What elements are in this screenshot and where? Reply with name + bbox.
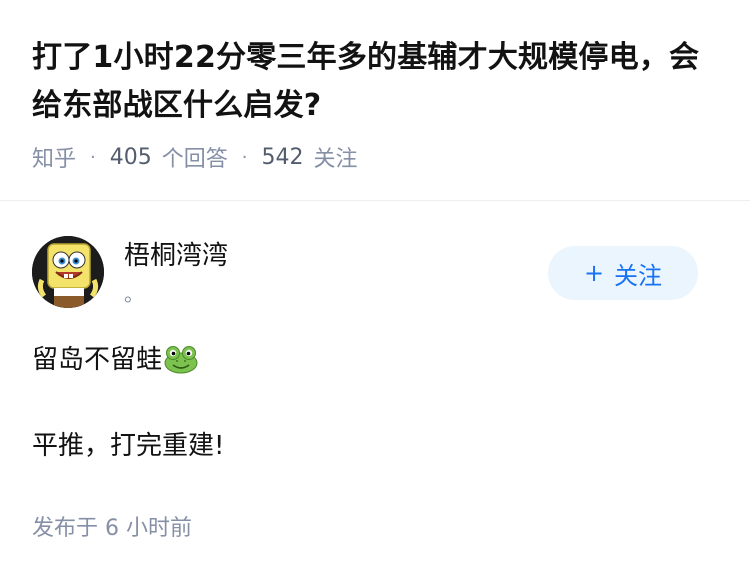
answer-paragraph: 留岛不留蛙 — [32, 340, 698, 380]
divider — [0, 200, 750, 201]
question-header: 打了1小时22分零三年多的基辅才大规模停电，会给东部战区什么启发? 知乎 · 4… — [0, 0, 750, 174]
author-name[interactable]: 梧桐湾湾 — [124, 238, 228, 274]
answer-text: 留岛不留蛙 — [32, 345, 163, 375]
answer-page: 打了1小时22分零三年多的基辅才大规模停电，会给东部战区什么启发? 知乎 · 4… — [0, 0, 750, 574]
answer-content: 留岛不留蛙 平推，打完重建! — [32, 340, 698, 466]
sponge-character-avatar-icon — [32, 236, 104, 308]
meta-separator: · — [241, 146, 248, 168]
avatar[interactable] — [32, 236, 104, 308]
publish-time: 发布于 6 小时前 — [32, 516, 192, 541]
plus-icon: + — [583, 259, 605, 287]
author-info: 梧桐湾湾 。 + 关注 — [32, 236, 698, 312]
question-title[interactable]: 打了1小时22分零三年多的基辅才大规模停电，会给东部战区什么启发? — [32, 34, 712, 130]
follower-count: 542 — [261, 144, 304, 170]
author-bio: 。 — [124, 282, 144, 306]
question-meta: 知乎 · 405 个回答 · 542 关注 — [32, 140, 718, 174]
frog-face-icon — [164, 346, 198, 374]
meta-separator: · — [90, 146, 96, 168]
follow-button[interactable]: + 关注 — [548, 246, 698, 300]
answer-paragraph: 平推，打完重建! — [32, 431, 225, 461]
follower-count-label: 关注 — [313, 147, 358, 172]
answer-count-label: 个回答 — [161, 147, 228, 172]
answer-card: 梧桐湾湾 。 + 关注 留岛不留蛙 平推，打完重建! 发布于 6 小时前 — [32, 236, 698, 542]
source-label[interactable]: 知乎 — [32, 141, 76, 173]
answer-count: 405 — [109, 144, 152, 170]
follow-button-label: 关注 — [614, 261, 663, 290]
